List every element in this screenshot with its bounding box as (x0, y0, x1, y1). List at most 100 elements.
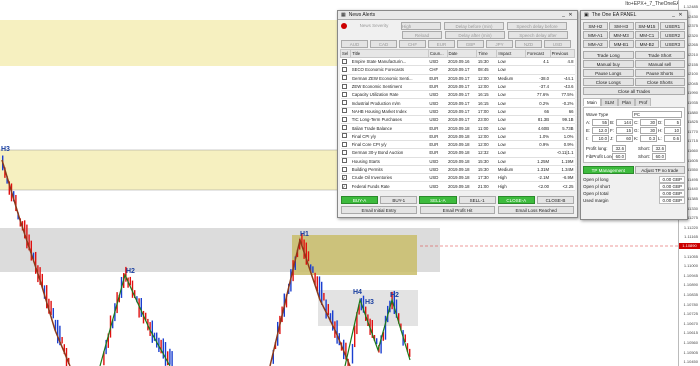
pair-button-user2[interactable]: USER2 (660, 31, 685, 39)
pair-button-sm-m15[interactable]: SM-M15 (634, 22, 660, 30)
row-checkbox[interactable] (341, 158, 347, 164)
trade-button-buy-a[interactable]: BUY-A (341, 196, 379, 204)
pair-button-mm-c1[interactable]: MM-C1 (634, 31, 660, 39)
fib-long-input[interactable]: 60.0 (612, 152, 626, 160)
param-input[interactable]: 30 (640, 126, 657, 134)
row-checkbox[interactable] (341, 58, 347, 64)
param-input[interactable]: 144 (616, 118, 633, 126)
minimize-icon[interactable]: _ (560, 12, 567, 18)
param-input[interactable]: 5 (664, 118, 681, 126)
close-longs-button[interactable]: Close Longs (583, 78, 634, 86)
currency-filter-jpy[interactable]: JPY (486, 39, 513, 48)
email-button[interactable]: Email Loss Reached (498, 206, 575, 214)
row-checkbox[interactable]: ✓ (341, 175, 347, 181)
column-header[interactable]: Time (476, 49, 498, 58)
column-header[interactable]: Date (446, 49, 478, 58)
adjust-tp-button[interactable]: Adjust TP no trade (634, 166, 685, 174)
delay-before-label[interactable]: Delay before (min) (444, 21, 504, 30)
row-checkbox[interactable] (341, 100, 347, 106)
row-checkbox[interactable] (341, 141, 347, 147)
tab-plan[interactable]: Plan (618, 98, 636, 106)
column-header[interactable]: Forecast (525, 49, 551, 58)
tab-prof[interactable]: Prof (635, 98, 652, 106)
param-input[interactable]: 15 (616, 126, 633, 134)
news-row[interactable]: Final CPI y/y EUR 2019.09.18 12:00 Low 1.0% 1.… (340, 132, 575, 141)
profit-long-input[interactable]: 32.6 (612, 144, 626, 152)
news-row[interactable]: Housing Starts USD 2019.09.18 15:30 Low 1.25M… (340, 157, 575, 166)
profit-short-input[interactable]: 32.6 (652, 144, 666, 152)
tp-management-button[interactable]: TP Management (583, 166, 634, 174)
param-input[interactable]: 30 (640, 118, 657, 126)
row-checkbox[interactable] (341, 66, 347, 72)
pair-button-mm-b2[interactable]: MM-B2 (634, 40, 660, 48)
ea-panel-titlebar[interactable]: ▣ The One EA PANEL _ ✕ (581, 11, 687, 20)
column-header[interactable]: Previous (549, 49, 576, 58)
close-icon[interactable]: ✕ (567, 12, 574, 18)
news-row[interactable]: Capacity Utilization Rate USD 2019.09.17 16… (340, 90, 575, 100)
currency-filter-usd[interactable]: USD (544, 39, 571, 48)
reload-button[interactable]: Reload (402, 30, 442, 39)
column-header[interactable]: Title (350, 49, 429, 58)
manual-sell-button[interactable]: Manual sell (634, 60, 685, 68)
pair-button-mm-a2[interactable]: MM-A2 (583, 40, 608, 48)
news-row[interactable]: Italian Trade Balance EUR 2019.09.18 11:00 L… (340, 123, 575, 133)
news-row[interactable]: SECO Economic Forecasts CHF 2019.09.17 08:4… (340, 65, 575, 75)
news-alerts-titlebar[interactable]: ▦ News Alerts _ ✕ (338, 11, 577, 20)
severity-select[interactable]: High (401, 21, 441, 30)
currency-filter-eur[interactable]: EUR (428, 39, 455, 48)
minimize-icon[interactable]: _ (670, 12, 677, 18)
manual-buy-button[interactable]: Manual buy (583, 60, 634, 68)
trade-button-close-b[interactable]: CLOSE-B (536, 196, 575, 204)
close-all-trades-button[interactable]: Close all Trades (583, 87, 685, 95)
pair-button-mm-a1[interactable]: MM-A1 (583, 31, 608, 39)
param-input[interactable]: 0.6 (664, 134, 681, 142)
pause-longs-button[interactable]: Pause Longs (583, 69, 634, 77)
news-row[interactable]: ✓ Federal Funds Rate USD 2019.09.18 21:00 Hig… (340, 181, 575, 191)
news-row[interactable]: Building Permits USD 2019.09.18 15:30 Medium… (340, 165, 575, 175)
row-checkbox[interactable] (341, 91, 347, 97)
trade-button-buy-1[interactable]: BUY-1 (380, 196, 418, 204)
trade-short-button[interactable]: Trade Short (634, 51, 685, 59)
close-shorts-button[interactable]: Close Shorts (634, 78, 685, 86)
pair-button-sm-h2[interactable]: SM-H2 (583, 22, 608, 30)
news-row[interactable]: TIC Long-Term Purchases USD 2019.09.17 23:0… (340, 115, 575, 125)
news-row[interactable]: Final Core CPI y/y EUR 2019.09.18 12:00 Low 0… (340, 140, 575, 150)
param-input[interactable]: 10 (664, 126, 681, 134)
currency-filter-aud[interactable]: AUD (341, 39, 368, 48)
pair-button-mm-b1[interactable]: MM-B1 (608, 40, 634, 48)
pair-button-mm-m3[interactable]: MM-M3 (608, 31, 634, 39)
currency-filter-cad[interactable]: CAD (370, 39, 397, 48)
speech-before-label[interactable]: Speech delay before (507, 21, 567, 30)
news-row[interactable]: ✓ Crude Oil Inventories USD 2019.09.18 17:30… (340, 173, 575, 183)
pair-button-user1[interactable]: USER1 (660, 22, 685, 30)
news-row[interactable]: German 30-y Bond Auction EUR 2019.09.18 12:… (340, 148, 575, 158)
row-checkbox[interactable] (341, 83, 347, 89)
pause-shorts-button[interactable]: Pause Shorts (634, 69, 685, 77)
news-row[interactable]: Industrial Production m/m USD 2019.09.17 16… (340, 98, 575, 108)
wave-type-select[interactable]: PC (632, 110, 682, 118)
trade-long-button[interactable]: Trade Long (583, 51, 634, 59)
param-input[interactable]: 10.0 (592, 134, 609, 142)
param-input[interactable]: 55 (592, 118, 609, 126)
currency-filter-gbp[interactable]: GBP (457, 39, 484, 48)
currency-filter-nzd[interactable]: NZD (515, 39, 542, 48)
row-checkbox[interactable] (341, 75, 347, 81)
speech-after-label[interactable]: Speech delay after (508, 30, 568, 39)
news-row[interactable]: NAHB Housing Market Index USD 2019.09.17 17… (340, 107, 575, 117)
email-button[interactable]: Email Profit Hit (419, 206, 496, 214)
row-checkbox[interactable] (341, 133, 347, 139)
column-header[interactable]: Impact (496, 49, 527, 58)
email-button[interactable]: Email Initial Entry (341, 206, 417, 214)
column-header[interactable]: Sel (339, 49, 352, 58)
close-icon[interactable]: ✕ (677, 12, 684, 18)
news-row[interactable]: Empire State Manufacturin... USD 2019.09.1… (340, 57, 575, 67)
row-checkbox[interactable]: ✓ (341, 183, 347, 189)
news-row[interactable]: German ZEW Economic Senti... EUR 2019.09.1… (340, 74, 575, 83)
trade-button-sell-1[interactable]: SELL-1 (458, 196, 496, 204)
currency-filter-chf[interactable]: CHF (399, 39, 426, 48)
row-checkbox[interactable] (341, 166, 347, 172)
fib-short-input[interactable]: 60.0 (652, 152, 666, 160)
param-input[interactable]: 60 (616, 134, 633, 142)
tab-main[interactable]: Main (583, 98, 601, 106)
pair-button-sm-h3[interactable]: SM-H3 (608, 22, 634, 30)
